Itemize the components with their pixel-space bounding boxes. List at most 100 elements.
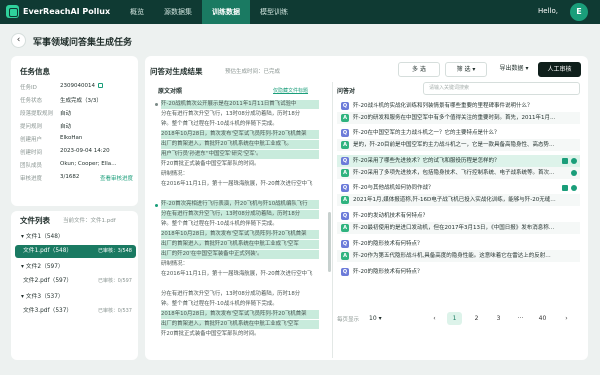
copy-icon[interactable] xyxy=(98,83,103,88)
file-list-title: 文件列表 xyxy=(20,216,50,225)
doc-line: 歼20首批正式装备中国空军部队的时间。 xyxy=(161,161,260,167)
doc-line: 歼-20首次亮相进行飞行表演，歼20飞机与歼10战机编队飞行 xyxy=(161,200,319,209)
folder-row[interactable]: ▾ 文件1（548） xyxy=(13,231,136,244)
qa-question-row[interactable]: Q 歼-20的隐形技术有何特点？ xyxy=(337,266,580,278)
page-2[interactable]: 2 xyxy=(469,312,484,325)
per-page-label: 每页显示 xyxy=(337,317,360,323)
manual-review-button[interactable]: 人工审核 xyxy=(538,62,581,77)
folder-name: 文件3（537） xyxy=(25,294,64,300)
top-navigation-bar: EverReachAI Pollux 概览 源数据集 训练数据 模型训练 Hel… xyxy=(0,0,600,24)
doc-scroll[interactable]: 歼-20战机首次公开展示是在2011年1月11日首飞试验中 分在有进行首次升空飞… xyxy=(147,100,333,358)
info-value: 自动 xyxy=(60,124,72,130)
multi-select-button[interactable]: 多 选 xyxy=(398,62,440,77)
doc-line: 研制情况： xyxy=(161,261,188,267)
qa-question-row[interactable]: Q 歼-20采用了哪些先进技术？它的试飞和服役历程是怎样的？ xyxy=(337,155,580,167)
doc-line: 出厂的歼20'在中国空军装备中正式列装'。 xyxy=(161,250,319,259)
prev-page-icon[interactable]: ‹ xyxy=(427,312,442,325)
reviewer-icon xyxy=(571,185,577,191)
review-progress-link[interactable]: 查看审核进度 xyxy=(100,174,133,182)
info-key: 提问规则 xyxy=(20,124,43,130)
folder-name: 文件1（548） xyxy=(25,234,64,240)
flag-icon[interactable] xyxy=(562,185,568,191)
per-page-select[interactable]: 10 ▾ xyxy=(369,315,382,322)
logo-icon xyxy=(6,5,19,18)
info-row: 审核进度 3/1682 查看审核进度 xyxy=(20,174,133,182)
folder-row[interactable]: ▾ 文件3（537） xyxy=(13,291,136,304)
qa-answer-row[interactable]: A 歼-20采用了多项先进技术，包括隐身技术、飞行控制系统、电子战系统等。首次完成… xyxy=(337,167,580,179)
page-40[interactable]: 40 xyxy=(535,312,550,325)
page-3[interactable]: 3 xyxy=(491,312,506,325)
nav-training-data[interactable]: 训练数据 xyxy=(202,0,250,24)
folder-name: 文件2（597） xyxy=(25,264,64,270)
qa-answer-row[interactable]: A 是的，歼-20目前是中国空军的主力战斗机之一，它是一款具备高隐身性、高态势感知… xyxy=(337,139,580,151)
nav-model-training[interactable]: 模型训练 xyxy=(250,0,298,24)
hide-file-title-toggle[interactable]: 仅隐藏文件标题 xyxy=(273,87,308,94)
answer-tag: A xyxy=(341,114,349,122)
info-key: 任务ID xyxy=(20,85,37,91)
qa-answer-row[interactable]: A 2021年1月,媒体报道称,歼-16D电子战飞机已投入实战化训练，能够与歼-2… xyxy=(337,194,580,206)
per-page-value: 10 xyxy=(369,315,377,322)
back-button[interactable]: ‹ xyxy=(11,33,26,48)
file-name: 文件1.pdf（548） xyxy=(23,248,73,254)
qa-question-row[interactable]: Q 歼-20的隐形技术有何特点？ xyxy=(337,238,580,250)
next-page-icon[interactable]: › xyxy=(559,312,574,325)
qa-list[interactable]: Q 歼-20战斗机的实战化训练和列装情景有哪些重要的里程碑事件说明什么？ A 歼-2… xyxy=(337,100,582,318)
qa-text: 歼-20战斗机的实战化训练和列装情景有哪些重要的里程碑事件说明什么？ xyxy=(353,103,533,109)
user-avatar[interactable]: E xyxy=(570,3,588,21)
filter-button[interactable]: 筛 选 ▾ xyxy=(445,62,487,77)
nav-overview[interactable]: 概览 xyxy=(120,0,154,24)
qa-question-row[interactable]: Q 歼-20的发动机技术有何特点？ xyxy=(337,210,580,222)
file-name: 文件2.pdf（597） xyxy=(23,278,73,284)
reviewer-icon xyxy=(571,170,577,176)
folder-row[interactable]: ▾ 文件2（597） xyxy=(13,261,136,274)
file-row[interactable]: 文件3.pdf（537） 已审核： 0/537 xyxy=(15,305,136,318)
doc-line: 在2016年11月1日，第十一届珠海航展，歼-20首次进行空中飞 xyxy=(161,271,313,277)
file-list-card: 文件列表 当前文件：文件1.pdf ▾ 文件1（548） 文件1.pdf（548… xyxy=(11,211,138,360)
current-file-label: 当前文件：文件1.pdf xyxy=(63,218,116,224)
app-logo[interactable]: EverReachAI Pollux xyxy=(6,5,110,18)
doc-line: 歼-20战机首次公开展示是在2011年1月11日首飞试验中 xyxy=(161,100,319,109)
pagination: 每页显示 10 ▾ ‹ 1 2 3 ··· 40 › xyxy=(337,312,582,328)
info-row: 提问规则 自动 xyxy=(20,122,71,130)
question-tag: Q xyxy=(341,102,349,110)
file-row[interactable]: 文件2.pdf（597） 已审核： 0/597 xyxy=(15,275,136,288)
doc-line: 歼20首批正式装备中国空军部队的时间。 xyxy=(161,331,260,337)
search-input[interactable]: 请输入关键词搜索 xyxy=(423,82,580,95)
doc-line: 出厂的首架进入，首批歼20飞机系统在中航工业成飞'空军 xyxy=(161,320,319,329)
info-key: 创建用户 xyxy=(20,137,43,143)
app-name: EverReachAI Pollux xyxy=(23,7,111,16)
answer-tag: A xyxy=(341,196,349,204)
doc-line: 分在有进行首次升空飞行，13时08分成功着陆，历时18分 xyxy=(161,111,301,117)
nav-source-datasets[interactable]: 源数据集 xyxy=(154,0,202,24)
info-row: 任务状态 生成完成（3/3） xyxy=(20,96,102,104)
qa-answer-row[interactable]: A 歼-20最初使用的是进口发动机，但在2017年3月13日，《中国日报》发布消息… xyxy=(337,222,580,234)
doc-line: 在2016年11月1日，第十一届珠海航展，歼-20首次进行空中飞 xyxy=(161,181,313,187)
answer-tag: A xyxy=(341,141,349,149)
file-row[interactable]: 文件1.pdf（548） 已审核： 3/548 xyxy=(15,245,136,258)
results-title: 问答对生成结果 xyxy=(150,67,203,76)
qa-text: 2021年1月,媒体报道称,歼-16D电子战飞机已投入实战化训练，能够与歼-20… xyxy=(353,197,556,203)
reviewer-icon xyxy=(571,158,577,164)
page-ellipsis[interactable]: ··· xyxy=(513,312,528,325)
page-1[interactable]: 1 xyxy=(447,312,462,325)
doc-line: 2018年10月28日，首次发布'空军试飞员阵列-歼20飞机首架 xyxy=(161,230,319,239)
review-status: 已审核： xyxy=(97,308,118,314)
flag-icon[interactable] xyxy=(562,158,568,164)
export-button[interactable]: 导出数据 ▾ xyxy=(492,62,536,77)
doc-scrollbar[interactable] xyxy=(328,212,331,272)
estimated-time: 预估生成时间：已完成 xyxy=(225,69,281,75)
file-name: 文件3.pdf（537） xyxy=(23,308,73,314)
question-tag: Q xyxy=(341,129,349,137)
greeting: Hello, xyxy=(538,7,558,15)
doc-line: 研制情况： xyxy=(161,171,188,177)
qa-answer-row[interactable]: A 歼-20作为第五代隐形战斗机,具备高度的隐身性能。这意味着它在雷达上的反射面积… xyxy=(337,250,580,262)
qa-question-row[interactable]: Q 歼-20战斗机的实战化训练和列装情景有哪些重要的里程碑事件说明什么？ xyxy=(337,100,580,112)
doc-line: 出厂的首架进入，首批歼20飞机系统在中航工业成飞'空军 xyxy=(161,240,319,249)
answer-tag: A xyxy=(341,224,349,232)
qa-text: 歼-20的隐形技术有何特点？ xyxy=(353,241,423,247)
qa-text: 是的，歼-20目前是中国空军的主力战斗机之一，它是一款具备高隐身性、高态势感知、… xyxy=(353,142,556,148)
qa-question-row[interactable]: Q 歼-20与其他战机如何协同作战？ xyxy=(337,182,580,194)
qa-question-row[interactable]: Q 歼-20在中国空军的主力战斗机之一？它的主要特点是什么？ xyxy=(337,127,580,139)
qa-answer-row[interactable]: A 歼-20的研发和服务在中国空军中有多个值得关注的重要时刻。首先，2011年1月… xyxy=(337,112,580,124)
info-value: 生成完成（3/3） xyxy=(60,98,102,104)
